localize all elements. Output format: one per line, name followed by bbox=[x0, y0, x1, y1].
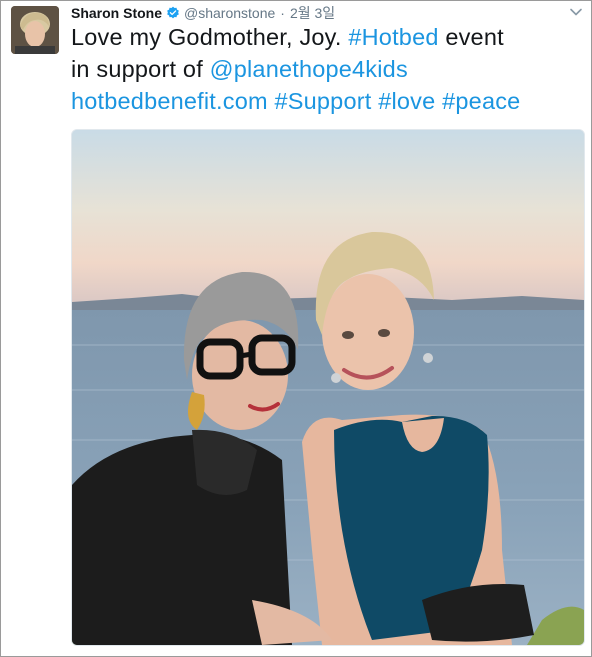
chevron-down-icon[interactable] bbox=[569, 5, 583, 19]
avatar[interactable] bbox=[11, 6, 59, 54]
tweet-text-segment: Love my Godmother, Joy. bbox=[71, 24, 349, 50]
tweet-photo[interactable] bbox=[71, 129, 585, 646]
verified-badge-icon bbox=[166, 6, 180, 20]
tweet-text: Love my Godmother, Joy. #Hotbed event in… bbox=[71, 21, 586, 117]
tweet-header: Sharon Stone @sharonstone · 2월 3일 bbox=[71, 3, 335, 23]
tweet-text-segment: event bbox=[438, 24, 504, 50]
timestamp-link[interactable]: 2월 3일 bbox=[290, 3, 335, 23]
author-name[interactable]: Sharon Stone bbox=[71, 5, 162, 21]
mention-link[interactable]: @planethope4kids bbox=[210, 56, 408, 82]
tweet-text-segment: in support of bbox=[71, 56, 210, 82]
meta-separator: · bbox=[280, 5, 285, 21]
hashtag-peace-link[interactable]: #peace bbox=[442, 88, 520, 114]
url-link[interactable]: hotbedbenefit.com bbox=[71, 88, 268, 114]
photo-image bbox=[72, 130, 584, 645]
hashtag-support-link[interactable]: #Support bbox=[275, 88, 372, 114]
author-handle[interactable]: @sharonstone bbox=[184, 5, 275, 21]
hashtag-love-link[interactable]: #love bbox=[378, 88, 435, 114]
tweet-card: Sharon Stone @sharonstone · 2월 3일 Love m… bbox=[0, 0, 592, 657]
hashtag-hotbed-link[interactable]: #Hotbed bbox=[348, 24, 438, 50]
